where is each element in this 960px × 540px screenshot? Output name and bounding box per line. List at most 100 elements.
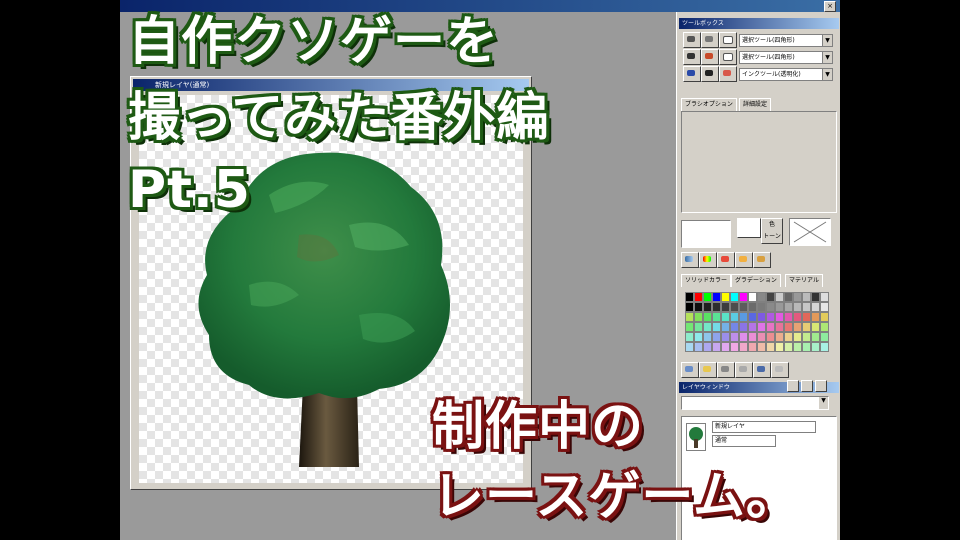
palette-swatch[interactable] (694, 332, 703, 342)
bucket-tool-button[interactable] (683, 66, 701, 82)
palette-swatch[interactable] (775, 312, 784, 322)
palette-swatch[interactable] (811, 322, 820, 332)
palette-swatch[interactable] (775, 332, 784, 342)
color-preview[interactable] (681, 220, 731, 248)
palette-swatch[interactable] (712, 312, 721, 322)
palette-swatch[interactable] (694, 302, 703, 312)
brush-tool-button[interactable] (701, 32, 719, 48)
palette-swatch[interactable] (757, 312, 766, 322)
palette-swatch[interactable] (730, 292, 739, 302)
palette-swatch[interactable] (712, 322, 721, 332)
layer-folder-icon[interactable] (699, 362, 717, 378)
layer-undo-icon[interactable] (753, 362, 771, 378)
palette-swatch[interactable] (703, 332, 712, 342)
palette-swatch[interactable] (694, 292, 703, 302)
palette-swatch[interactable] (775, 342, 784, 352)
eraser-tool-button[interactable] (719, 49, 737, 65)
palette-swatch[interactable] (775, 322, 784, 332)
layer-thumbnail[interactable] (686, 423, 706, 451)
layer-mode-dropdown[interactable]: ▼ (681, 396, 829, 410)
palette-swatch[interactable] (802, 342, 811, 352)
palette-swatch[interactable] (784, 332, 793, 342)
palette-swatch[interactable] (739, 332, 748, 342)
palette-swatch[interactable] (820, 332, 829, 342)
palette-swatch[interactable] (811, 302, 820, 312)
palette-swatch[interactable] (730, 322, 739, 332)
palette-swatch[interactable] (739, 312, 748, 322)
palette-swatch[interactable] (748, 342, 757, 352)
palette-swatch[interactable] (721, 322, 730, 332)
palette-swatch[interactable] (721, 312, 730, 322)
color-mix-icon[interactable] (735, 252, 753, 268)
gradient-icon[interactable] (681, 252, 699, 268)
palette-swatch[interactable] (694, 342, 703, 352)
tool-option-dropdown-1[interactable]: 選択ツール(四角形) ▼ (739, 34, 833, 47)
palette-swatch[interactable] (793, 312, 802, 322)
palette-swatch[interactable] (712, 342, 721, 352)
color-palette[interactable] (685, 292, 829, 352)
palette-swatch[interactable] (739, 322, 748, 332)
palette-swatch[interactable] (802, 322, 811, 332)
palette-swatch[interactable] (820, 342, 829, 352)
tool-option-dropdown-2[interactable]: 選択ツール(四角形) ▼ (739, 51, 833, 64)
palette-swatch[interactable] (685, 302, 694, 312)
shape-tool-button[interactable] (719, 66, 737, 82)
palette-swatch[interactable] (775, 292, 784, 302)
color-bar-icon[interactable] (699, 252, 717, 268)
palette-swatch[interactable] (766, 322, 775, 332)
palette-swatch[interactable] (685, 332, 694, 342)
palette-swatch[interactable] (685, 342, 694, 352)
palette-swatch[interactable] (712, 292, 721, 302)
ink-tool-button[interactable] (701, 66, 719, 82)
palette-swatch[interactable] (721, 302, 730, 312)
layer-delete-icon[interactable] (787, 380, 799, 392)
palette-swatch[interactable] (793, 332, 802, 342)
palette-swatch[interactable] (712, 302, 721, 312)
palette-swatch[interactable] (775, 302, 784, 312)
tab-material[interactable]: マテリアル (785, 274, 823, 287)
tab-detail-settings[interactable]: 詳細設定 (739, 98, 772, 111)
palette-swatch[interactable] (793, 322, 802, 332)
palette-swatch[interactable] (694, 322, 703, 332)
palette-swatch[interactable] (721, 292, 730, 302)
layer-mask-icon[interactable] (771, 362, 789, 378)
layer-settings-icon[interactable] (815, 380, 827, 392)
palette-swatch[interactable] (802, 312, 811, 322)
tool-option-dropdown-3[interactable]: インクツール(透明化) ▼ (739, 68, 833, 81)
palette-swatch[interactable] (739, 342, 748, 352)
palette-swatch[interactable] (748, 302, 757, 312)
layer-new-icon[interactable] (681, 362, 699, 378)
palette-swatch[interactable] (802, 302, 811, 312)
palette-swatch[interactable] (757, 302, 766, 312)
palette-swatch[interactable] (766, 312, 775, 322)
palette-swatch[interactable] (793, 342, 802, 352)
palette-swatch[interactable] (685, 312, 694, 322)
toolbox-title[interactable]: ツールボックス (679, 18, 839, 29)
palette-swatch[interactable] (820, 302, 829, 312)
layer-name[interactable]: 新規レイヤ (712, 421, 816, 433)
palette-swatch[interactable] (703, 322, 712, 332)
palette-swatch[interactable] (712, 332, 721, 342)
palette-swatch[interactable] (757, 292, 766, 302)
palette-swatch[interactable] (766, 332, 775, 342)
palette-swatch[interactable] (757, 332, 766, 342)
palette-swatch[interactable] (766, 292, 775, 302)
palette-swatch[interactable] (757, 342, 766, 352)
palette-swatch[interactable] (766, 342, 775, 352)
layer-blend-mode[interactable]: 通常 (712, 435, 776, 447)
tab-brush-options[interactable]: ブラシオプション (681, 98, 737, 111)
palette-swatch[interactable] (802, 292, 811, 302)
palette-swatch[interactable] (748, 322, 757, 332)
palette-swatch[interactable] (721, 332, 730, 342)
palette-swatch[interactable] (739, 292, 748, 302)
palette-swatch[interactable] (730, 342, 739, 352)
color-set-icon[interactable] (717, 252, 735, 268)
color-mode-button[interactable]: 色 トーン (761, 218, 783, 244)
palette-swatch[interactable] (811, 342, 820, 352)
tab-solid-color[interactable]: ソリッドカラー (681, 274, 732, 287)
close-icon[interactable]: × (824, 1, 836, 12)
palette-swatch[interactable] (784, 292, 793, 302)
tab-gradation[interactable]: グラデーション (731, 274, 781, 287)
transparent-color-icon[interactable] (789, 218, 831, 246)
palette-swatch[interactable] (703, 302, 712, 312)
